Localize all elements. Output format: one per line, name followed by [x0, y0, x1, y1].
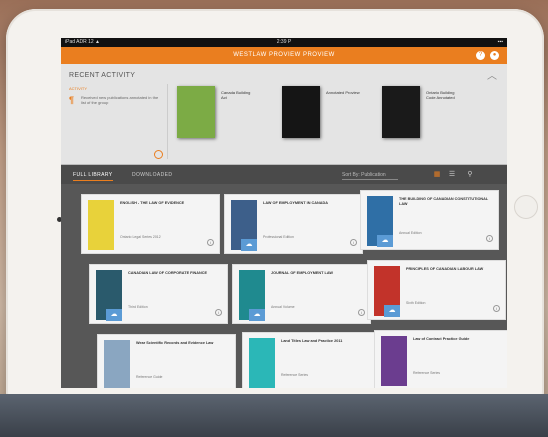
library-toolbar: FULL LIBRARY DOWNLOADED Sort By: Publica…	[61, 165, 507, 185]
recent-book-title: Ontario Building Code Annotated	[426, 90, 455, 100]
activity-label: ACTIVITY	[69, 86, 88, 91]
book-title: JOURNAL OF EMPLOYMENT LAW	[271, 271, 333, 275]
activity-feed[interactable]: ACTIVITY ¶ Received new publications ann…	[69, 84, 168, 159]
book-cover	[104, 340, 130, 388]
battery-indicator: ▪▪▪	[497, 39, 503, 45]
library-card[interactable]: Law of Contract Practice Guide Reference…	[374, 330, 507, 388]
recent-book-title: Annotated Proview	[326, 90, 360, 95]
sort-dropdown[interactable]: Sort By: Publication	[342, 165, 386, 185]
book-cover	[249, 338, 275, 388]
cloud-download-icon[interactable]: ☁	[106, 309, 122, 321]
cloud-download-icon[interactable]: ☁	[384, 305, 400, 317]
app-header: WESTLAW PROVIEW PROVIEW ? ●	[61, 47, 507, 64]
status-bar: iPad ADR 12 ▲ 2:39 P ▪▪▪	[61, 38, 507, 47]
book-title: ENGLISH - THE LAW OF EVIDENCE	[120, 201, 185, 205]
book-meta: Reference Series	[281, 373, 309, 377]
help-icon[interactable]: ?	[476, 51, 485, 60]
book-title: CANADIAN LAW OF CORPORATE FINANCE	[128, 271, 208, 275]
book-cover	[88, 200, 114, 250]
activity-text: Received new publications annotated in t…	[81, 95, 159, 105]
book-title: Law of Contract Practice Guide	[413, 337, 470, 341]
refresh-icon[interactable]	[154, 150, 163, 159]
library-card[interactable]: ENGLISH - THE LAW OF EVIDENCE Ontario Le…	[81, 194, 220, 254]
library-card[interactable]: ☁ THE BUILDING OF CANADIAN CONSTITUTIONA…	[360, 190, 499, 250]
book-meta: Professional Edition	[263, 235, 294, 239]
library-card[interactable]: ☁ JOURNAL OF EMPLOYMENT LAW Annual Volum…	[232, 264, 371, 324]
library-card[interactable]: ☁ LAW OF EMPLOYMENT IN CANADA Profession…	[224, 194, 363, 254]
book-meta: Ontario Legal Series 2012	[120, 235, 161, 239]
annotation-icon: ¶	[69, 95, 75, 105]
book-cover	[177, 86, 215, 138]
account-icon[interactable]: ●	[490, 51, 499, 60]
book-meta: Third Edition	[128, 305, 148, 309]
library-card[interactable]: ☁ CANADIAN LAW OF CORPORATE FINANCE Thir…	[89, 264, 228, 324]
library-card[interactable]: Land Titles Law and Practice 2011 Refere…	[242, 332, 381, 388]
info-icon[interactable]: i	[350, 239, 357, 246]
info-icon[interactable]: i	[358, 309, 365, 316]
book-meta: Reference Guide	[136, 375, 163, 379]
clock-text: 2:39 P	[276, 39, 292, 45]
info-icon[interactable]: i	[493, 305, 500, 312]
home-button[interactable]	[514, 195, 538, 219]
info-icon[interactable]: i	[215, 309, 222, 316]
recent-activity-panel: RECENT ACTIVITY ︿ ACTIVITY ¶ Received ne…	[61, 64, 507, 165]
tab-full-library[interactable]: FULL LIBRARY	[73, 165, 113, 185]
book-cover	[381, 336, 407, 386]
book-title: Wear Scientific Records and Evidence Law	[136, 341, 214, 345]
sort-underline	[342, 179, 398, 180]
info-icon[interactable]: i	[207, 239, 214, 246]
book-meta: Annual Volume	[271, 305, 295, 309]
book-title: THE BUILDING OF CANADIAN CONSTITUTIONAL …	[399, 197, 489, 206]
library-card[interactable]: Wear Scientific Records and Evidence Law…	[97, 334, 236, 388]
library-grid: ENGLISH - THE LAW OF EVIDENCE Ontario Le…	[61, 184, 507, 388]
collapse-chevron-icon[interactable]: ︿	[487, 67, 497, 82]
app-screen: iPad ADR 12 ▲ 2:39 P ▪▪▪ WESTLAW PROVIEW…	[61, 38, 507, 388]
recent-book-title: Canada Building Act	[221, 90, 251, 100]
cloud-download-icon[interactable]: ☁	[241, 239, 257, 251]
book-title: PRINCIPLES OF CANADIAN LABOUR LAW	[406, 267, 484, 271]
cloud-download-icon[interactable]: ☁	[249, 309, 265, 321]
app-title: WESTLAW PROVIEW PROVIEW	[233, 52, 335, 58]
book-title: Land Titles Law and Practice 2011	[281, 339, 343, 343]
list-view-icon[interactable]: ☰	[448, 171, 456, 179]
book-cover	[382, 86, 420, 138]
book-meta: Reference Series	[413, 371, 441, 375]
smart-cover-case	[0, 394, 548, 437]
tab-downloaded[interactable]: DOWNLOADED	[132, 165, 172, 185]
book-meta: Sixth Edition	[406, 301, 426, 305]
recent-activity-heading: RECENT ACTIVITY	[69, 72, 136, 79]
book-title: LAW OF EMPLOYMENT IN CANADA	[263, 201, 328, 205]
library-card[interactable]: ☁ PRINCIPLES OF CANADIAN LABOUR LAW Sixt…	[367, 260, 506, 320]
cloud-download-icon[interactable]: ☁	[377, 235, 393, 247]
search-icon[interactable]: ⚲	[466, 171, 474, 179]
book-cover	[282, 86, 320, 138]
info-icon[interactable]: i	[486, 235, 493, 242]
grid-view-icon[interactable]: ▦	[433, 171, 441, 179]
book-meta: Annual Edition	[399, 231, 422, 235]
